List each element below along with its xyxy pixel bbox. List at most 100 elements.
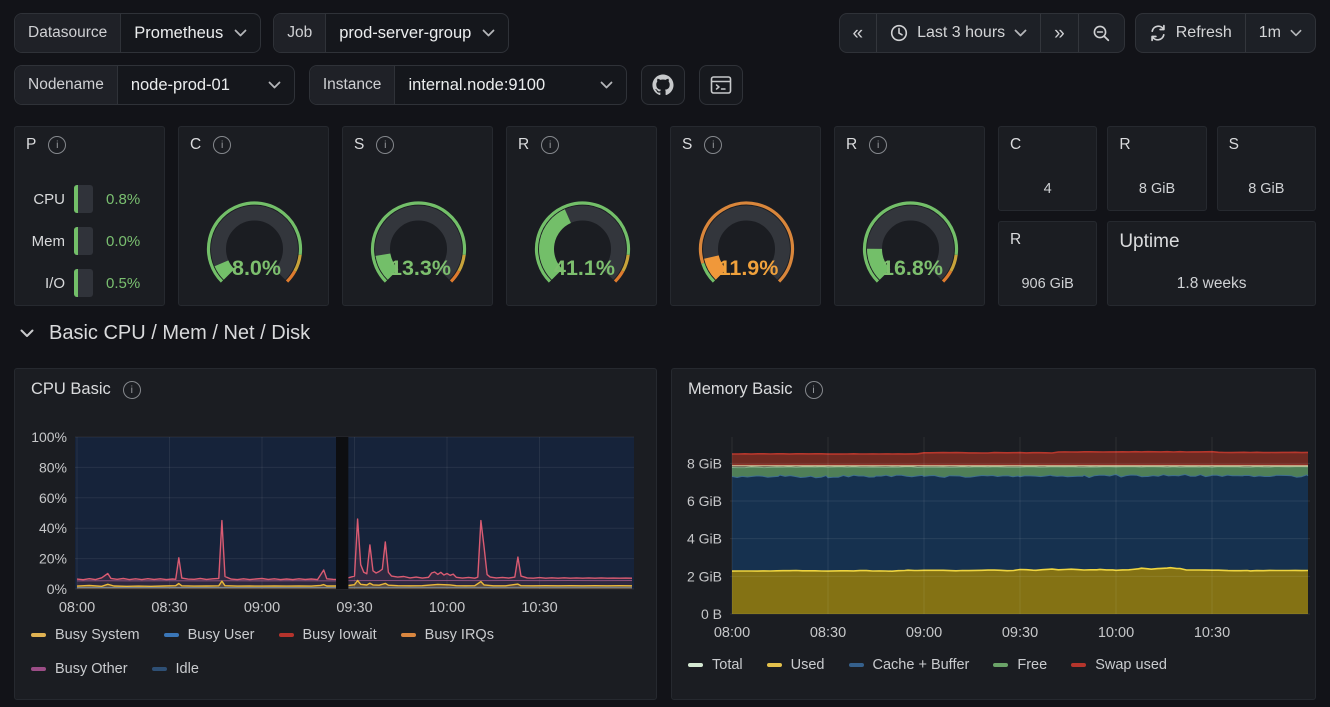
instance-select[interactable]: internal.node:9100 <box>395 66 626 104</box>
chevron-down-icon <box>1290 29 1302 37</box>
legend-item[interactable]: Busy Iowait <box>279 627 377 643</box>
github-link-button[interactable] <box>641 65 685 105</box>
panel-title: P <box>26 136 36 154</box>
nodename-control: Nodename node-prod-01 <box>14 65 295 105</box>
info-icon[interactable]: i <box>704 136 722 154</box>
legend-swatch <box>279 633 294 637</box>
datasource-select[interactable]: Prometheus <box>121 14 260 52</box>
svg-text:16.8%: 16.8% <box>882 256 943 280</box>
legend-swatch <box>849 663 864 667</box>
legend-label: Used <box>791 657 825 673</box>
info-icon[interactable]: i <box>213 136 231 154</box>
job-label: Job <box>274 14 326 52</box>
svg-text:8.0%: 8.0% <box>232 256 281 280</box>
gauge-chart: 11.9% <box>671 153 822 307</box>
info-icon[interactable]: i <box>869 136 887 154</box>
legend-swatch <box>767 663 782 667</box>
refresh-button[interactable]: Refresh <box>1136 14 1246 52</box>
stat-cluster: C 4 R 8 GiB S 8 GiB R 906 GiB Uptime 1.8… <box>998 126 1316 306</box>
refresh-interval-select[interactable]: 1m <box>1246 14 1315 52</box>
legend-item[interactable]: Cache + Buffer <box>849 657 970 673</box>
job-select[interactable]: prod-server-group <box>326 14 508 52</box>
row-label: I/O <box>21 275 65 292</box>
legend-label: Busy Iowait <box>303 627 377 643</box>
time-shift-forward-button[interactable]: » <box>1041 14 1079 52</box>
clock-icon <box>890 24 908 42</box>
instance-control: Instance internal.node:9100 <box>309 65 628 105</box>
panel-title: S <box>682 136 692 154</box>
row-label: Mem <box>21 233 65 250</box>
chevron-down-icon <box>234 29 247 37</box>
refresh-label: Refresh <box>1176 24 1232 42</box>
gauge-chart: 41.1% <box>507 153 658 307</box>
cpu-time-series-chart[interactable]: 100%80%60%40%20%0%08:0008:3009:0009:3010… <box>15 427 658 623</box>
time-range-picker[interactable]: Last 3 hours <box>877 14 1041 52</box>
legend-item[interactable]: Busy System <box>31 627 140 643</box>
legend-item[interactable]: Free <box>993 657 1047 673</box>
svg-text:4 GiB: 4 GiB <box>687 531 722 547</box>
panel-title: R <box>1010 231 1021 249</box>
section-header-basic[interactable]: Basic CPU / Mem / Net / Disk <box>20 322 310 345</box>
zoom-out-button[interactable] <box>1079 14 1124 52</box>
nodename-select[interactable]: node-prod-01 <box>118 66 294 104</box>
gauge-chart: 13.3% <box>343 153 494 307</box>
chevron-down-icon <box>482 29 495 37</box>
panel-title: S <box>354 136 364 154</box>
info-icon[interactable]: i <box>541 136 559 154</box>
legend-label: Free <box>1017 657 1047 673</box>
stats-row: P i CPU 0.8% Mem 0.0% I/O 0.5% C i <box>14 126 1316 306</box>
gauge-panel-ram-used: R i 41.1% <box>506 126 657 306</box>
instance-label: Instance <box>310 66 396 104</box>
panel-title: S <box>1229 136 1239 154</box>
job-value: prod-server-group <box>339 24 471 43</box>
svg-text:08:00: 08:00 <box>59 600 95 616</box>
legend-item[interactable]: Busy Other <box>31 661 128 677</box>
double-chevron-right-icon: » <box>1054 24 1065 43</box>
legend-item[interactable]: Used <box>767 657 825 673</box>
legend-item[interactable]: Busy IRQs <box>401 627 494 643</box>
info-icon[interactable]: i <box>805 381 823 399</box>
svg-text:10:00: 10:00 <box>1098 625 1134 641</box>
svg-text:60%: 60% <box>39 490 67 506</box>
section-title: Basic CPU / Mem / Net / Disk <box>49 322 310 345</box>
gauge-chart: 16.8% <box>835 153 986 307</box>
double-chevron-left-icon: « <box>853 24 864 43</box>
variable-controls-row1: Datasource Prometheus Job prod-server-gr… <box>14 13 509 53</box>
info-icon[interactable]: i <box>376 136 394 154</box>
stat-value: 8 GiB <box>1108 181 1205 197</box>
gauge-panel-sys-load: S i 13.3% <box>342 126 493 306</box>
legend-swatch <box>401 633 416 637</box>
chevron-down-icon <box>1014 29 1027 37</box>
pressure-panel: P i CPU 0.8% Mem 0.0% I/O 0.5% <box>14 126 165 306</box>
legend-item[interactable]: Total <box>688 657 743 673</box>
svg-text:6 GiB: 6 GiB <box>687 493 722 509</box>
cpu-legend: Busy System Busy User Busy Iowait Busy IRQs… <box>31 627 648 677</box>
legend-label: Total <box>712 657 743 673</box>
chevron-down-icon <box>600 81 613 89</box>
stat-panel-uptime: Uptime 1.8 weeks <box>1107 221 1316 306</box>
svg-text:0%: 0% <box>47 581 67 597</box>
pressure-row-cpu: CPU 0.8% <box>21 185 164 213</box>
legend-item[interactable]: Busy User <box>164 627 255 643</box>
legend-label: Busy IRQs <box>425 627 494 643</box>
legend-item[interactable]: Idle <box>152 661 199 677</box>
gauge-panel-swap-used: S i 11.9% <box>670 126 821 306</box>
panel-title: R <box>1119 136 1130 154</box>
info-icon[interactable]: i <box>48 136 66 154</box>
memory-legend: Total Used Cache + Buffer Free Swap used <box>688 657 1307 673</box>
memory-time-series-chart[interactable]: 8 GiB6 GiB4 GiB2 GiB0 B08:0008:3009:0009… <box>672 427 1317 649</box>
stat-value: 906 GiB <box>999 276 1096 292</box>
svg-text:10:30: 10:30 <box>521 600 557 616</box>
console-window-button[interactable] <box>699 65 743 105</box>
stat-panel-ram-total: R 8 GiB <box>1107 126 1206 211</box>
svg-text:100%: 100% <box>31 429 67 445</box>
magnifier-zoom-out-icon <box>1092 24 1111 43</box>
time-shift-back-button[interactable]: « <box>840 14 878 52</box>
refresh-interval-value: 1m <box>1259 24 1281 42</box>
top-toolbar: Datasource Prometheus Job prod-server-gr… <box>14 13 1316 53</box>
info-icon[interactable]: i <box>123 381 141 399</box>
legend-item[interactable]: Swap used <box>1071 657 1167 673</box>
legend-swatch <box>1071 663 1086 667</box>
mini-bar-gauge <box>74 269 93 297</box>
nodename-label: Nodename <box>15 66 118 104</box>
